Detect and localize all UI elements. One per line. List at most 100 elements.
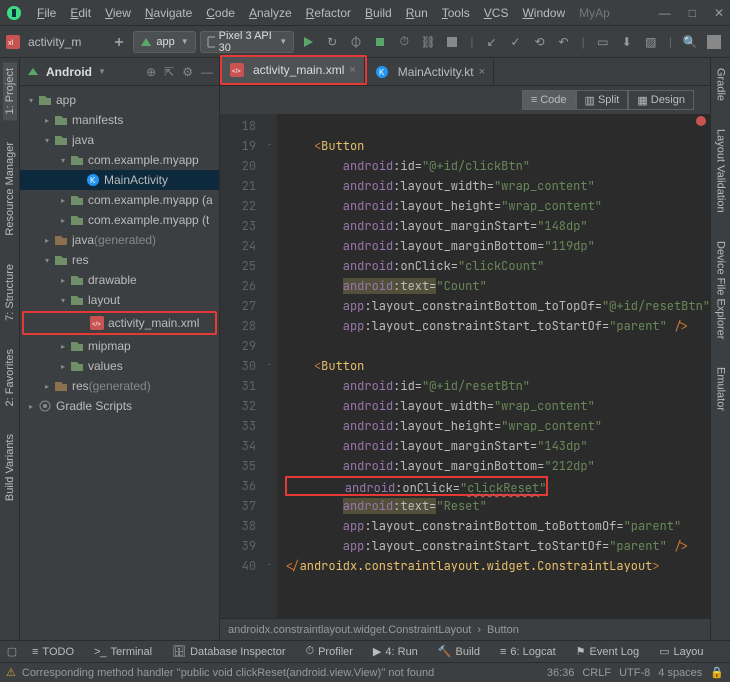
window-close-icon[interactable]: ✕ (714, 6, 724, 20)
tool-tab-resource-manager[interactable]: Resource Manager (3, 136, 17, 242)
menu-code[interactable]: Code (199, 6, 242, 20)
tool-tab-7-structure[interactable]: 7: Structure (3, 258, 17, 327)
user-icon[interactable] (704, 30, 724, 54)
bottom-tab-4-run[interactable]: ▶4: Run (365, 641, 426, 663)
file-encoding[interactable]: UTF-8 (619, 667, 650, 679)
editor-tab[interactable]: KMainActivity.kt× (367, 59, 494, 85)
tool-tab-layout-validation[interactable]: Layout Validation (714, 123, 728, 219)
profiler-icon[interactable]: ⏱ (394, 30, 414, 54)
module-selector[interactable]: app▼ (133, 31, 195, 53)
tree-node[interactable]: </>activity_main.xml (24, 313, 215, 333)
tab-icon: ▭ (659, 645, 669, 658)
menu-analyze[interactable]: Analyze (242, 6, 299, 20)
bottom-tab-6-logcat[interactable]: ≡6: Logcat (492, 641, 564, 663)
bottom-tab-todo[interactable]: ≡TODO (24, 641, 82, 663)
menu-edit[interactable]: Edit (63, 6, 98, 20)
close-tab-icon[interactable]: × (349, 64, 355, 76)
debug-icon[interactable] (346, 30, 366, 54)
line-separator[interactable]: CRLF (582, 667, 611, 679)
menu-build[interactable]: Build (358, 6, 399, 20)
tree-node[interactable]: ▾res (20, 250, 219, 270)
tree-node[interactable]: ▸drawable (20, 270, 219, 290)
tree-node[interactable]: ▸values (20, 356, 219, 376)
menu-refactor[interactable]: Refactor (299, 6, 358, 20)
tool-tab-device-file-explorer[interactable]: Device File Explorer (714, 235, 728, 345)
tree-node[interactable]: ▸res (generated) (20, 376, 219, 396)
menu-tools[interactable]: Tools (435, 6, 477, 20)
add-config-icon[interactable] (109, 30, 129, 54)
tree-node[interactable]: ▸java (generated) (20, 230, 219, 250)
settings-icon[interactable]: ⚙ (182, 65, 193, 79)
attach-debugger-icon[interactable]: ⛓ (418, 30, 438, 54)
device-selector[interactable]: Pixel 3 API 30▼ (200, 31, 294, 53)
apply-changes-icon[interactable]: ↻ (322, 30, 342, 54)
bottom-tab-terminal[interactable]: >_Terminal (86, 641, 160, 663)
bottom-tab-build[interactable]: 🔨Build (430, 641, 488, 663)
project-view-selector[interactable]: Android (46, 65, 92, 79)
window-maximize-icon[interactable]: □ (689, 6, 696, 20)
menu-vcs[interactable]: VCS (477, 6, 516, 20)
bottom-tab-database-inspector[interactable]: 🗄Database Inspector (164, 641, 293, 663)
run-button[interactable] (298, 30, 318, 54)
bottom-tab-profiler[interactable]: ⏱Profiler (297, 641, 360, 663)
vcs-commit-icon[interactable]: ✓ (506, 30, 526, 54)
tree-node[interactable]: ▸manifests (20, 110, 219, 130)
tree-node[interactable]: KMainActivity (20, 170, 219, 190)
locate-icon[interactable]: ⊕ (146, 65, 156, 79)
menu-run[interactable]: Run (399, 6, 435, 20)
tool-tab-1-project[interactable]: 1: Project (3, 62, 17, 120)
design-view-button[interactable]: ▦ Design (628, 90, 694, 110)
stop-icon[interactable] (442, 30, 462, 54)
vcs-update-icon[interactable]: ↙ (481, 30, 501, 54)
code-view-button[interactable]: ≡ Code (522, 90, 576, 110)
editor-tab[interactable]: </>activity_main.xml× (222, 57, 365, 83)
bottom-tab-layou[interactable]: ▭Layou (651, 641, 711, 663)
search-icon[interactable]: 🔍 (680, 30, 700, 54)
tree-node[interactable]: ▸com.example.myapp (a (20, 190, 219, 210)
avd-manager-icon[interactable]: ▭ (593, 30, 613, 54)
status-message[interactable]: Corresponding method handler ''public vo… (22, 667, 547, 679)
menu-file[interactable]: File (30, 6, 63, 20)
tree-node[interactable]: ▾app (20, 90, 219, 110)
read-only-lock-icon[interactable]: 🔒 (710, 666, 724, 679)
tool-tab-gradle[interactable]: Gradle (714, 62, 728, 107)
split-view-button[interactable]: ▥ Split (576, 90, 629, 110)
menu-navigate[interactable]: Navigate (138, 6, 199, 20)
error-stripe-marker[interactable] (696, 116, 706, 126)
window-minimize-icon[interactable]: — (659, 6, 671, 20)
project-tree[interactable]: ▾app▸manifests▾java▾com.example.myappKMa… (20, 86, 219, 640)
tool-tab-2-favorites[interactable]: 2: Favorites (3, 343, 17, 412)
collapse-all-icon[interactable]: ⇱ (164, 65, 174, 79)
tool-tab-build-variants[interactable]: Build Variants (3, 428, 17, 507)
editor-breadcrumb[interactable]: androidx.constraintlayout.widget.Constra… (220, 618, 710, 640)
tree-node[interactable]: ▾com.example.myapp (20, 150, 219, 170)
tree-node[interactable]: ▾java (20, 130, 219, 150)
sdk-manager-icon[interactable]: ⬇ (617, 30, 637, 54)
tree-node[interactable]: ▾layout (20, 290, 219, 310)
coverage-icon[interactable] (370, 30, 390, 54)
menu-view[interactable]: View (98, 6, 138, 20)
tab-icon: ⚑ (576, 645, 586, 658)
status-bar: ⚠ Corresponding method handler ''public … (0, 662, 730, 682)
vcs-history-icon[interactable]: ⟲ (530, 30, 550, 54)
close-tab-icon[interactable]: × (479, 66, 485, 78)
code-editor[interactable]: 181920212223242526272829303132333435●363… (220, 114, 710, 618)
hide-icon[interactable]: — (201, 65, 213, 79)
tab-icon: >_ (94, 646, 107, 658)
menu-window[interactable]: Window (515, 6, 572, 20)
nav-breadcrumb[interactable]: activity_m (28, 35, 81, 49)
menu-overflow[interactable]: MyAp (572, 6, 617, 20)
bottom-tool-bar: ▢ ≡TODO>_Terminal🗄Database Inspector⏱Pro… (0, 640, 730, 662)
tool-tab-emulator[interactable]: Emulator (714, 361, 728, 417)
indent-setting[interactable]: 4 spaces (658, 667, 702, 679)
bottom-tab-event-log[interactable]: ⚑Event Log (568, 641, 647, 663)
tree-node[interactable]: ▸Gradle Scripts (20, 396, 219, 416)
pkg-icon (70, 153, 84, 167)
vcs-revert-icon[interactable]: ↶ (554, 30, 574, 54)
tree-node[interactable]: ▸mipmap (20, 336, 219, 356)
caret-position[interactable]: 36:36 (547, 667, 575, 679)
tool-window-quick-access-icon[interactable]: ▢ (4, 640, 20, 664)
tab-icon: ≡ (500, 646, 506, 658)
tree-node[interactable]: ▸com.example.myapp (t (20, 210, 219, 230)
resource-manager-icon[interactable]: ▨ (641, 30, 661, 54)
